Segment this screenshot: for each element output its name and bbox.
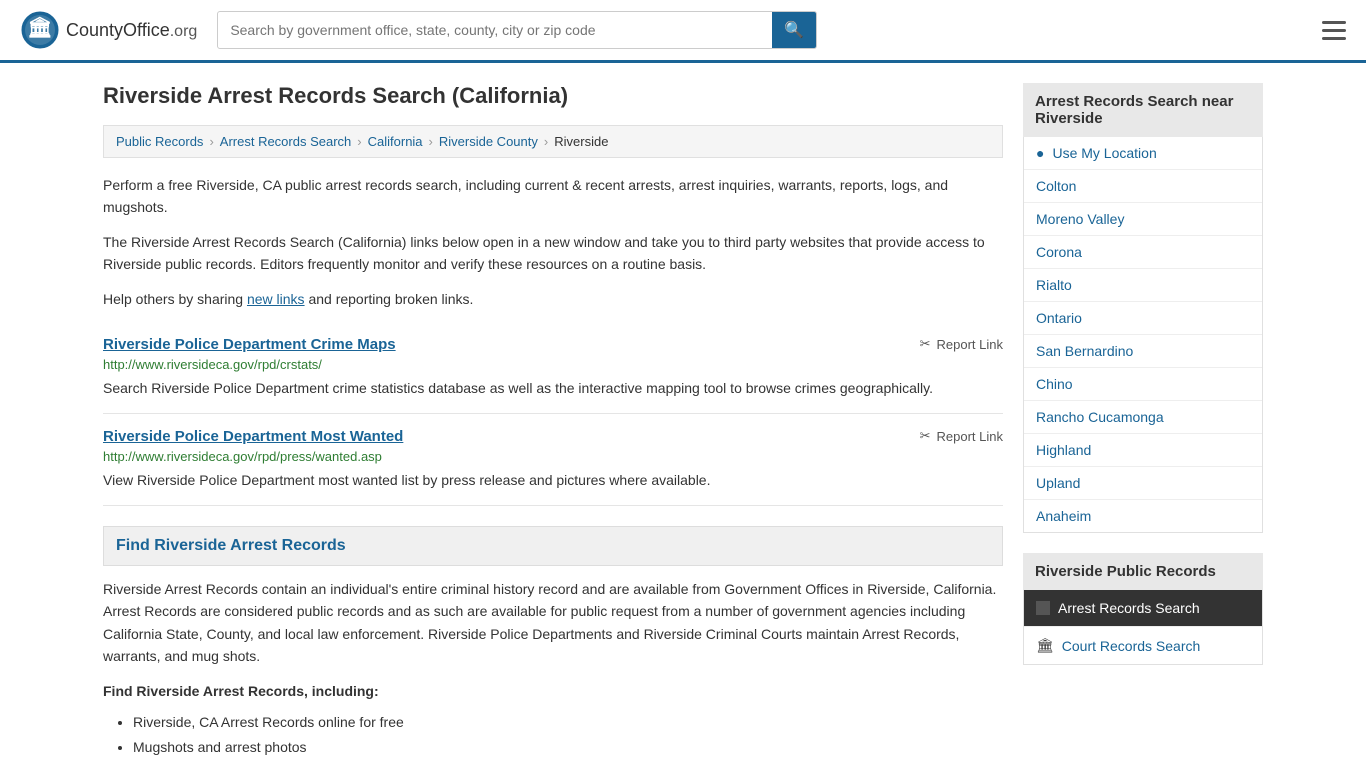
menu-line-1 — [1322, 21, 1346, 24]
breadcrumb-sep-2: › — [357, 134, 361, 149]
menu-button[interactable] — [1322, 21, 1346, 40]
nearby-city-chino[interactable]: Chino — [1024, 368, 1262, 401]
menu-line-2 — [1322, 29, 1346, 32]
location-icon: ● — [1036, 145, 1044, 161]
record-link-2[interactable]: Riverside Police Department Most Wanted — [103, 428, 403, 445]
find-section-body: Riverside Arrest Records contain an indi… — [103, 578, 1003, 668]
record-desc-2: View Riverside Police Department most wa… — [103, 470, 1003, 491]
record-link-1[interactable]: Riverside Police Department Crime Maps — [103, 336, 396, 353]
nearby-city-san-bernardino[interactable]: San Bernardino — [1024, 335, 1262, 368]
breadcrumb-public-records[interactable]: Public Records — [116, 134, 203, 149]
nearby-city-corona[interactable]: Corona — [1024, 236, 1262, 269]
use-my-location-item[interactable]: ● Use My Location — [1024, 137, 1262, 170]
sidebar: Arrest Records Search near Riverside ● U… — [1023, 83, 1263, 760]
nearby-city-rialto[interactable]: Rialto — [1024, 269, 1262, 302]
report-link-icon-1: ✂ — [920, 336, 931, 352]
logo-icon: 🏛 — [20, 10, 60, 50]
nearby-city-upland[interactable]: Upland — [1024, 467, 1262, 500]
nearby-city-moreno-valley[interactable]: Moreno Valley — [1024, 203, 1262, 236]
pub-record-arrest-search[interactable]: Arrest Records Search — [1024, 590, 1262, 627]
search-input[interactable] — [218, 14, 772, 46]
breadcrumb-sep-1: › — [209, 134, 213, 149]
record-url-1: http://www.riversideca.gov/rpd/crstats/ — [103, 357, 1003, 372]
use-my-location-link[interactable]: Use My Location — [1052, 145, 1156, 161]
breadcrumb: Public Records › Arrest Records Search ›… — [103, 125, 1003, 158]
page-title: Riverside Arrest Records Search (Califor… — [103, 83, 1003, 109]
nearby-city-colton[interactable]: Colton — [1024, 170, 1262, 203]
nearby-section: Arrest Records Search near Riverside ● U… — [1023, 83, 1263, 533]
bullet-item-1: Riverside, CA Arrest Records online for … — [133, 710, 1003, 735]
court-search-link[interactable]: Court Records Search — [1062, 638, 1201, 654]
arrest-search-link[interactable]: Arrest Records Search — [1058, 600, 1200, 616]
record-desc-1: Search Riverside Police Department crime… — [103, 378, 1003, 399]
record-item-2: Riverside Police Department Most Wanted … — [103, 414, 1003, 506]
main-container: Riverside Arrest Records Search (Califor… — [83, 63, 1283, 780]
record-item-2-header: Riverside Police Department Most Wanted … — [103, 428, 1003, 445]
pub-records-title: Riverside Public Records — [1023, 553, 1263, 590]
svg-text:🏛: 🏛 — [27, 16, 52, 39]
new-links-link[interactable]: new links — [247, 291, 305, 307]
search-button[interactable]: 🔍 — [772, 12, 816, 48]
nearby-city-anaheim[interactable]: Anaheim — [1024, 500, 1262, 532]
page-header: 🏛 CountyOffice.org 🔍 — [0, 0, 1366, 63]
breadcrumb-arrest-records[interactable]: Arrest Records Search — [220, 134, 352, 149]
report-link-1[interactable]: ✂ Report Link — [920, 336, 1003, 352]
pub-records-list: Arrest Records Search 🏛 Court Records Se… — [1023, 590, 1263, 665]
description-2: The Riverside Arrest Records Search (Cal… — [103, 231, 1003, 276]
nearby-list: ● Use My Location Colton Moreno Valley C… — [1023, 137, 1263, 533]
record-item-1: Riverside Police Department Crime Maps ✂… — [103, 322, 1003, 414]
breadcrumb-california[interactable]: California — [368, 134, 423, 149]
nearby-title: Arrest Records Search near Riverside — [1023, 83, 1263, 137]
nearby-city-ontario[interactable]: Ontario — [1024, 302, 1262, 335]
arrest-search-icon — [1036, 601, 1050, 615]
bullet-item-2: Mugshots and arrest photos — [133, 735, 1003, 760]
court-search-icon: 🏛 — [1036, 637, 1054, 654]
find-section-header: Find Riverside Arrest Records — [103, 526, 1003, 566]
nearby-city-rancho-cucamonga[interactable]: Rancho Cucamonga — [1024, 401, 1262, 434]
pub-record-court-search[interactable]: 🏛 Court Records Search — [1024, 627, 1262, 664]
breadcrumb-riverside: Riverside — [554, 134, 608, 149]
search-icon: 🔍 — [784, 22, 804, 39]
report-link-icon-2: ✂ — [920, 428, 931, 444]
search-bar: 🔍 — [217, 11, 817, 49]
find-subheading: Find Riverside Arrest Records, including… — [103, 680, 1003, 702]
description-3: Help others by sharing new links and rep… — [103, 288, 1003, 310]
record-item-1-header: Riverside Police Department Crime Maps ✂… — [103, 336, 1003, 353]
breadcrumb-sep-3: › — [429, 134, 433, 149]
description-1: Perform a free Riverside, CA public arre… — [103, 174, 1003, 219]
nearby-city-highland[interactable]: Highland — [1024, 434, 1262, 467]
content-area: Riverside Arrest Records Search (Califor… — [103, 83, 1003, 760]
bullet-list: Riverside, CA Arrest Records online for … — [103, 710, 1003, 760]
logo-link[interactable]: 🏛 CountyOffice.org — [20, 10, 197, 50]
report-link-2[interactable]: ✂ Report Link — [920, 428, 1003, 444]
pub-records-section: Riverside Public Records Arrest Records … — [1023, 553, 1263, 665]
logo-text: CountyOffice.org — [66, 20, 197, 41]
menu-line-3 — [1322, 37, 1346, 40]
breadcrumb-riverside-county[interactable]: Riverside County — [439, 134, 538, 149]
breadcrumb-sep-4: › — [544, 134, 548, 149]
record-url-2: http://www.riversideca.gov/rpd/press/wan… — [103, 449, 1003, 464]
